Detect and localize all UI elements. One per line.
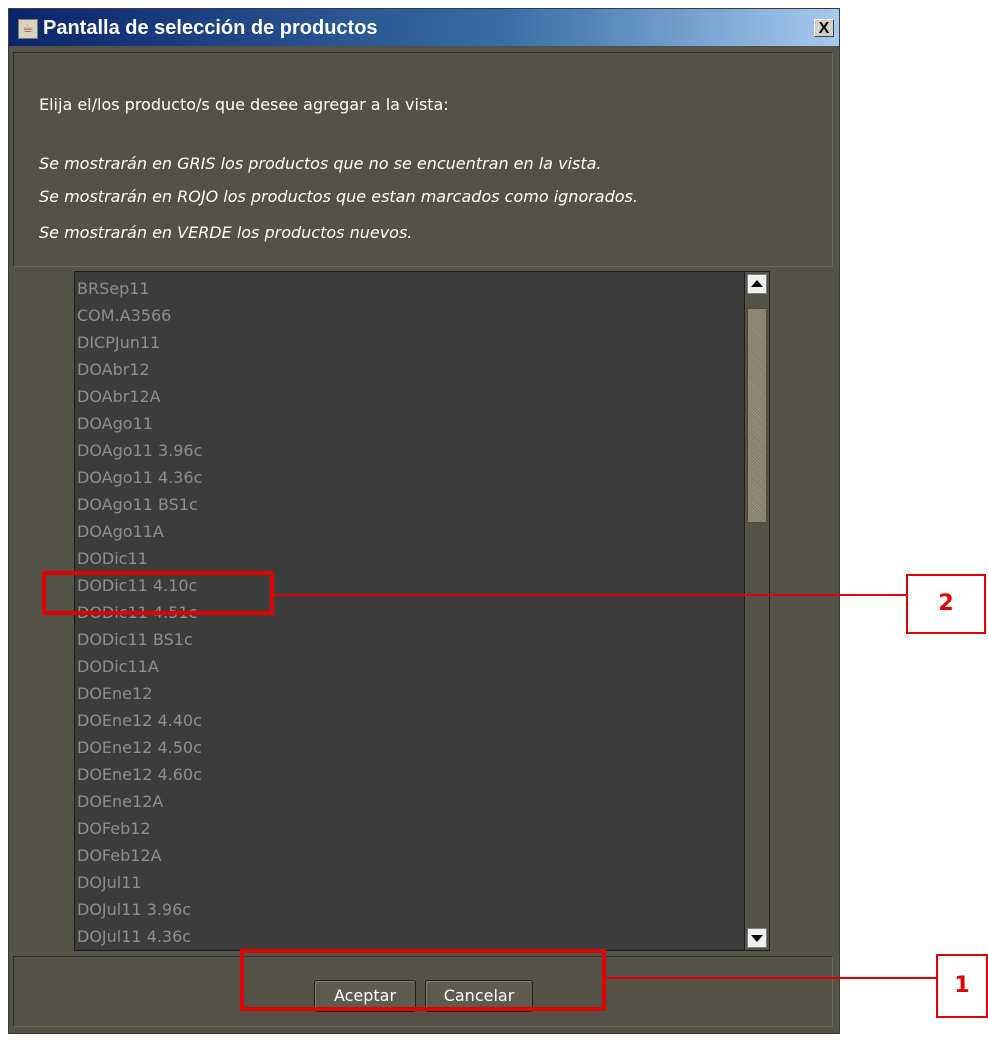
list-item[interactable]: DOAgo11A bbox=[77, 518, 164, 545]
arrow-down-icon bbox=[751, 935, 763, 942]
scroll-thumb[interactable] bbox=[747, 308, 767, 523]
list-item[interactable]: DODic11A bbox=[77, 653, 159, 680]
callout-number-2: 2 bbox=[906, 574, 986, 634]
callout-line-2 bbox=[274, 594, 906, 596]
list-item[interactable]: DOFeb12A bbox=[77, 842, 162, 869]
window-title: Pantalla de selección de productos bbox=[43, 17, 378, 39]
list-item[interactable]: DOAgo11 3.96c bbox=[77, 437, 202, 464]
list-item[interactable]: DOFeb12 bbox=[77, 815, 151, 842]
scroll-up-button[interactable] bbox=[747, 274, 767, 294]
list-item[interactable]: DOAgo11 4.36c bbox=[77, 464, 202, 491]
list-item[interactable]: DOEne12 bbox=[77, 680, 152, 707]
highlight-list-item bbox=[42, 571, 274, 615]
list-item[interactable]: DOJul11 4.36c bbox=[77, 923, 191, 950]
list-item[interactable]: DOEne12 4.50c bbox=[77, 734, 202, 761]
list-item[interactable]: COM.A3566 bbox=[77, 302, 171, 329]
list-item[interactable]: DOAbr12 bbox=[77, 356, 150, 383]
list-item[interactable]: DOAgo11 bbox=[77, 410, 153, 437]
list-item[interactable]: DOJul11 3.96c bbox=[77, 896, 191, 923]
list-item[interactable]: DOAbr12A bbox=[77, 383, 161, 410]
java-icon: ☕ bbox=[18, 19, 38, 39]
close-button[interactable]: X bbox=[814, 19, 834, 37]
product-selection-dialog: ☕ Pantalla de selección de productos X E… bbox=[8, 8, 840, 1034]
list-item[interactable]: DODic11 bbox=[77, 545, 148, 572]
vertical-scrollbar[interactable] bbox=[745, 271, 770, 951]
highlight-buttons bbox=[240, 949, 606, 1011]
instructions-panel: Elija el/los producto/s que desee agrega… bbox=[13, 52, 833, 267]
title-bar[interactable]: ☕ Pantalla de selección de productos X bbox=[9, 9, 839, 46]
list-item[interactable]: DOEne12A bbox=[77, 788, 163, 815]
legend-gray: Se mostrarán en GRIS los productos que n… bbox=[39, 154, 602, 173]
arrow-up-icon bbox=[751, 280, 763, 287]
callout-line-1 bbox=[606, 977, 936, 979]
list-item[interactable]: DOEne12 4.40c bbox=[77, 707, 202, 734]
list-item[interactable]: DICPJun11 bbox=[77, 329, 160, 356]
callout-number-1: 1 bbox=[936, 954, 988, 1018]
list-item[interactable]: DOEne12 4.60c bbox=[77, 761, 202, 788]
list-item[interactable]: DODic11 BS1c bbox=[77, 626, 193, 653]
list-item[interactable]: DOAgo11 BS1c bbox=[77, 491, 198, 518]
instruction-prompt: Elija el/los producto/s que desee agrega… bbox=[39, 95, 449, 114]
scroll-down-button[interactable] bbox=[747, 928, 767, 948]
legend-green: Se mostrarán en VERDE los productos nuev… bbox=[39, 223, 413, 242]
list-item[interactable]: DOJul11 bbox=[77, 869, 142, 896]
legend-red: Se mostrarán en ROJO los productos que e… bbox=[39, 187, 638, 206]
list-item[interactable]: BRSep11 bbox=[77, 275, 150, 302]
